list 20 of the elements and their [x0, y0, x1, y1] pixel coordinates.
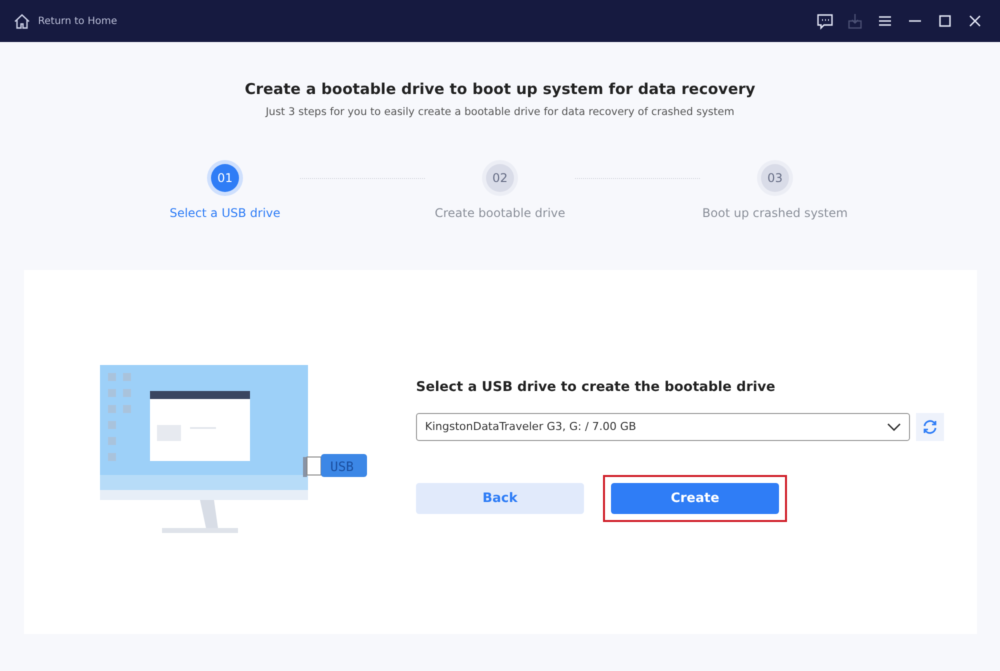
minimize-icon [908, 20, 922, 22]
refresh-icon [922, 418, 938, 435]
chat-icon [816, 12, 834, 30]
drive-picker-label: Select a USB drive to create the bootable drive [416, 378, 776, 397]
return-home-link[interactable]: Return to Home [14, 14, 118, 28]
usb-drive-dropdown[interactable]: KingstonDataTraveler G3, G: / 7.00 GB [416, 412, 910, 441]
step-number: 02 [486, 164, 514, 192]
usb-label: USB [330, 460, 354, 475]
step-label: Select a USB drive [170, 205, 280, 222]
step-number: 01 [211, 164, 239, 192]
step-number: 03 [761, 164, 789, 192]
step-label: Boot up crashed system [702, 205, 848, 222]
chevron-down-icon [887, 422, 901, 431]
create-button[interactable]: Create [611, 482, 779, 514]
page-subheading: Just 3 steps for you to easily create a bootable drive for data recovery of crashed system [264, 104, 736, 120]
page-heading: Create a bootable drive to boot up system for data recovery [244, 79, 756, 100]
home-icon [14, 14, 30, 28]
download-icon [846, 12, 864, 30]
refresh-button[interactable] [916, 412, 944, 441]
step-label: Create bootable drive [434, 205, 566, 222]
